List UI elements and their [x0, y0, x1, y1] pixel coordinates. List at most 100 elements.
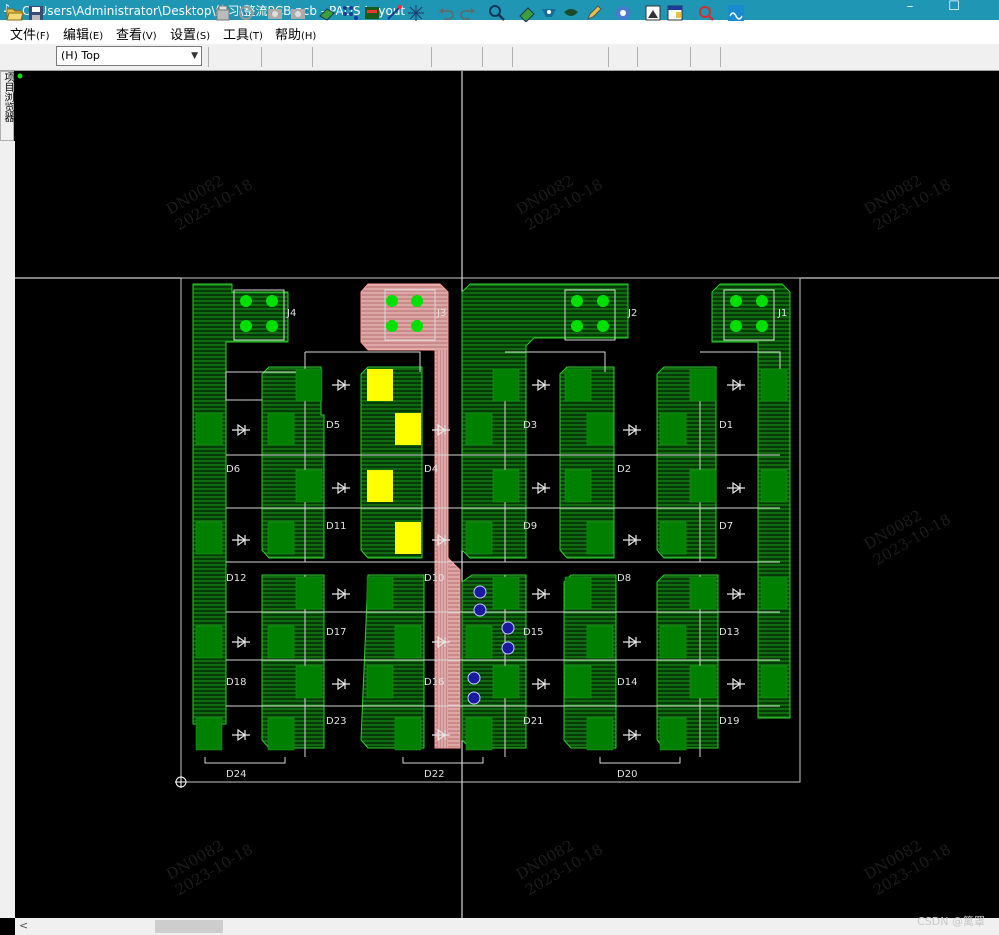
refresh-icon[interactable]	[237, 4, 255, 22]
label-d15: D15	[523, 627, 543, 638]
pad	[465, 521, 493, 555]
diode-icon	[727, 378, 745, 392]
cam-icon[interactable]	[727, 4, 745, 22]
toolbar-separator	[482, 47, 483, 67]
pad	[492, 469, 520, 503]
menu-setup[interactable]: 设置(S)	[170, 24, 210, 43]
pen-icon[interactable]	[585, 4, 603, 22]
menu-edit[interactable]: 编辑(E)	[63, 24, 103, 43]
diode-icon	[532, 677, 550, 691]
route-icon[interactable]	[341, 4, 359, 22]
menu-tools-label: 工具	[223, 28, 250, 43]
toolbar-separator	[431, 47, 432, 67]
pad	[366, 576, 394, 610]
scroll-left-icon[interactable]: <	[19, 919, 28, 932]
pad	[295, 368, 323, 402]
label-d20: D20	[617, 769, 637, 780]
menu-file-label: 文件	[10, 28, 37, 43]
via	[473, 585, 487, 599]
project-browser-tab[interactable]: 项目浏览器	[0, 71, 14, 141]
diode-icon	[232, 635, 250, 649]
pad	[267, 412, 295, 446]
sketch-icon[interactable]	[385, 4, 403, 22]
toolbar-separator	[261, 47, 262, 67]
camera2-icon[interactable]	[289, 4, 307, 22]
label-d2: D2	[617, 464, 631, 475]
open-icon[interactable]	[6, 4, 24, 22]
pcb-canvas[interactable]: DN0082 2023-10-18 DN0082 2023-10-18 DN0082…	[15, 71, 999, 918]
menu-help[interactable]: 帮助(H)	[275, 24, 316, 43]
label-d9: D9	[523, 521, 537, 532]
window-icon[interactable]	[666, 4, 684, 22]
undo-icon[interactable]	[437, 4, 455, 22]
label-d11: D11	[326, 521, 346, 532]
menu-bar: 文件(F) 编辑(E) 查看(V) 设置(S) 工具(T) 帮助(H)	[0, 20, 999, 44]
label-d16: D16	[424, 677, 444, 688]
layer-select[interactable]: (H) Top ▼	[56, 46, 202, 66]
redo-icon[interactable]	[459, 4, 477, 22]
horizontal-scrollbar[interactable]: <	[15, 918, 999, 935]
pad	[195, 625, 223, 659]
menu-view[interactable]: 查看(V)	[116, 24, 157, 43]
pad	[267, 625, 295, 659]
toolbar-separator	[637, 47, 638, 67]
pad	[195, 521, 223, 555]
drafting-icon[interactable]	[363, 4, 381, 22]
stats-icon[interactable]	[614, 4, 632, 22]
csdn-watermark: CSDN @篱罩	[917, 915, 985, 928]
cluster-icon[interactable]	[407, 4, 425, 22]
origin-dot	[17, 73, 23, 79]
highlighted-pad	[367, 369, 393, 401]
diode-icon	[232, 728, 250, 742]
minimize-button[interactable]: –	[890, 0, 930, 20]
verify-icon[interactable]	[697, 4, 715, 22]
pad	[465, 412, 493, 446]
pad	[659, 412, 687, 446]
menu-view-label: 查看	[116, 28, 143, 43]
via	[501, 621, 515, 635]
menu-tools[interactable]: 工具(T)	[223, 24, 263, 43]
pad	[564, 576, 592, 610]
maximize-button[interactable]: ☐	[934, 0, 974, 20]
save-icon[interactable]	[27, 4, 45, 22]
pad	[760, 469, 788, 503]
label-d6: D6	[226, 464, 240, 475]
label-j1: J1	[777, 308, 787, 319]
label-d21: D21	[523, 716, 543, 727]
label-d1: D1	[719, 420, 733, 431]
pad	[760, 368, 788, 402]
pad	[659, 717, 687, 751]
menu-file-accel: (F)	[36, 31, 50, 42]
properties-icon[interactable]	[214, 4, 232, 22]
label-d5: D5	[326, 420, 340, 431]
dimension-icon[interactable]	[518, 4, 536, 22]
diode-icon	[232, 533, 250, 547]
pad	[586, 717, 614, 751]
pad	[586, 625, 614, 659]
diode-icon	[532, 587, 550, 601]
scrollbar-thumb[interactable]	[155, 920, 223, 933]
pad	[267, 521, 295, 555]
diode-icon	[532, 378, 550, 392]
menu-view-accel: (V)	[142, 31, 157, 42]
design-icon[interactable]	[318, 4, 336, 22]
camera-icon[interactable]	[266, 4, 284, 22]
label-d4: D4	[424, 464, 438, 475]
highlighted-pad	[395, 413, 421, 445]
label-d18: D18	[226, 677, 246, 688]
label-d10: D10	[424, 573, 444, 584]
label-d19: D19	[719, 716, 739, 727]
zoom-icon[interactable]	[488, 4, 506, 22]
view-icon[interactable]	[540, 4, 558, 22]
layer-icon[interactable]	[562, 4, 580, 22]
menu-file[interactable]: 文件(F)	[10, 24, 50, 43]
menu-setup-label: 设置	[170, 28, 197, 43]
pad	[195, 412, 223, 446]
label-d22: D22	[424, 769, 444, 780]
diode-icon	[623, 533, 641, 547]
report-icon[interactable]	[644, 4, 662, 22]
label-j2: J2	[627, 308, 637, 319]
pad	[586, 521, 614, 555]
menu-help-label: 帮助	[275, 28, 302, 43]
pad	[659, 625, 687, 659]
